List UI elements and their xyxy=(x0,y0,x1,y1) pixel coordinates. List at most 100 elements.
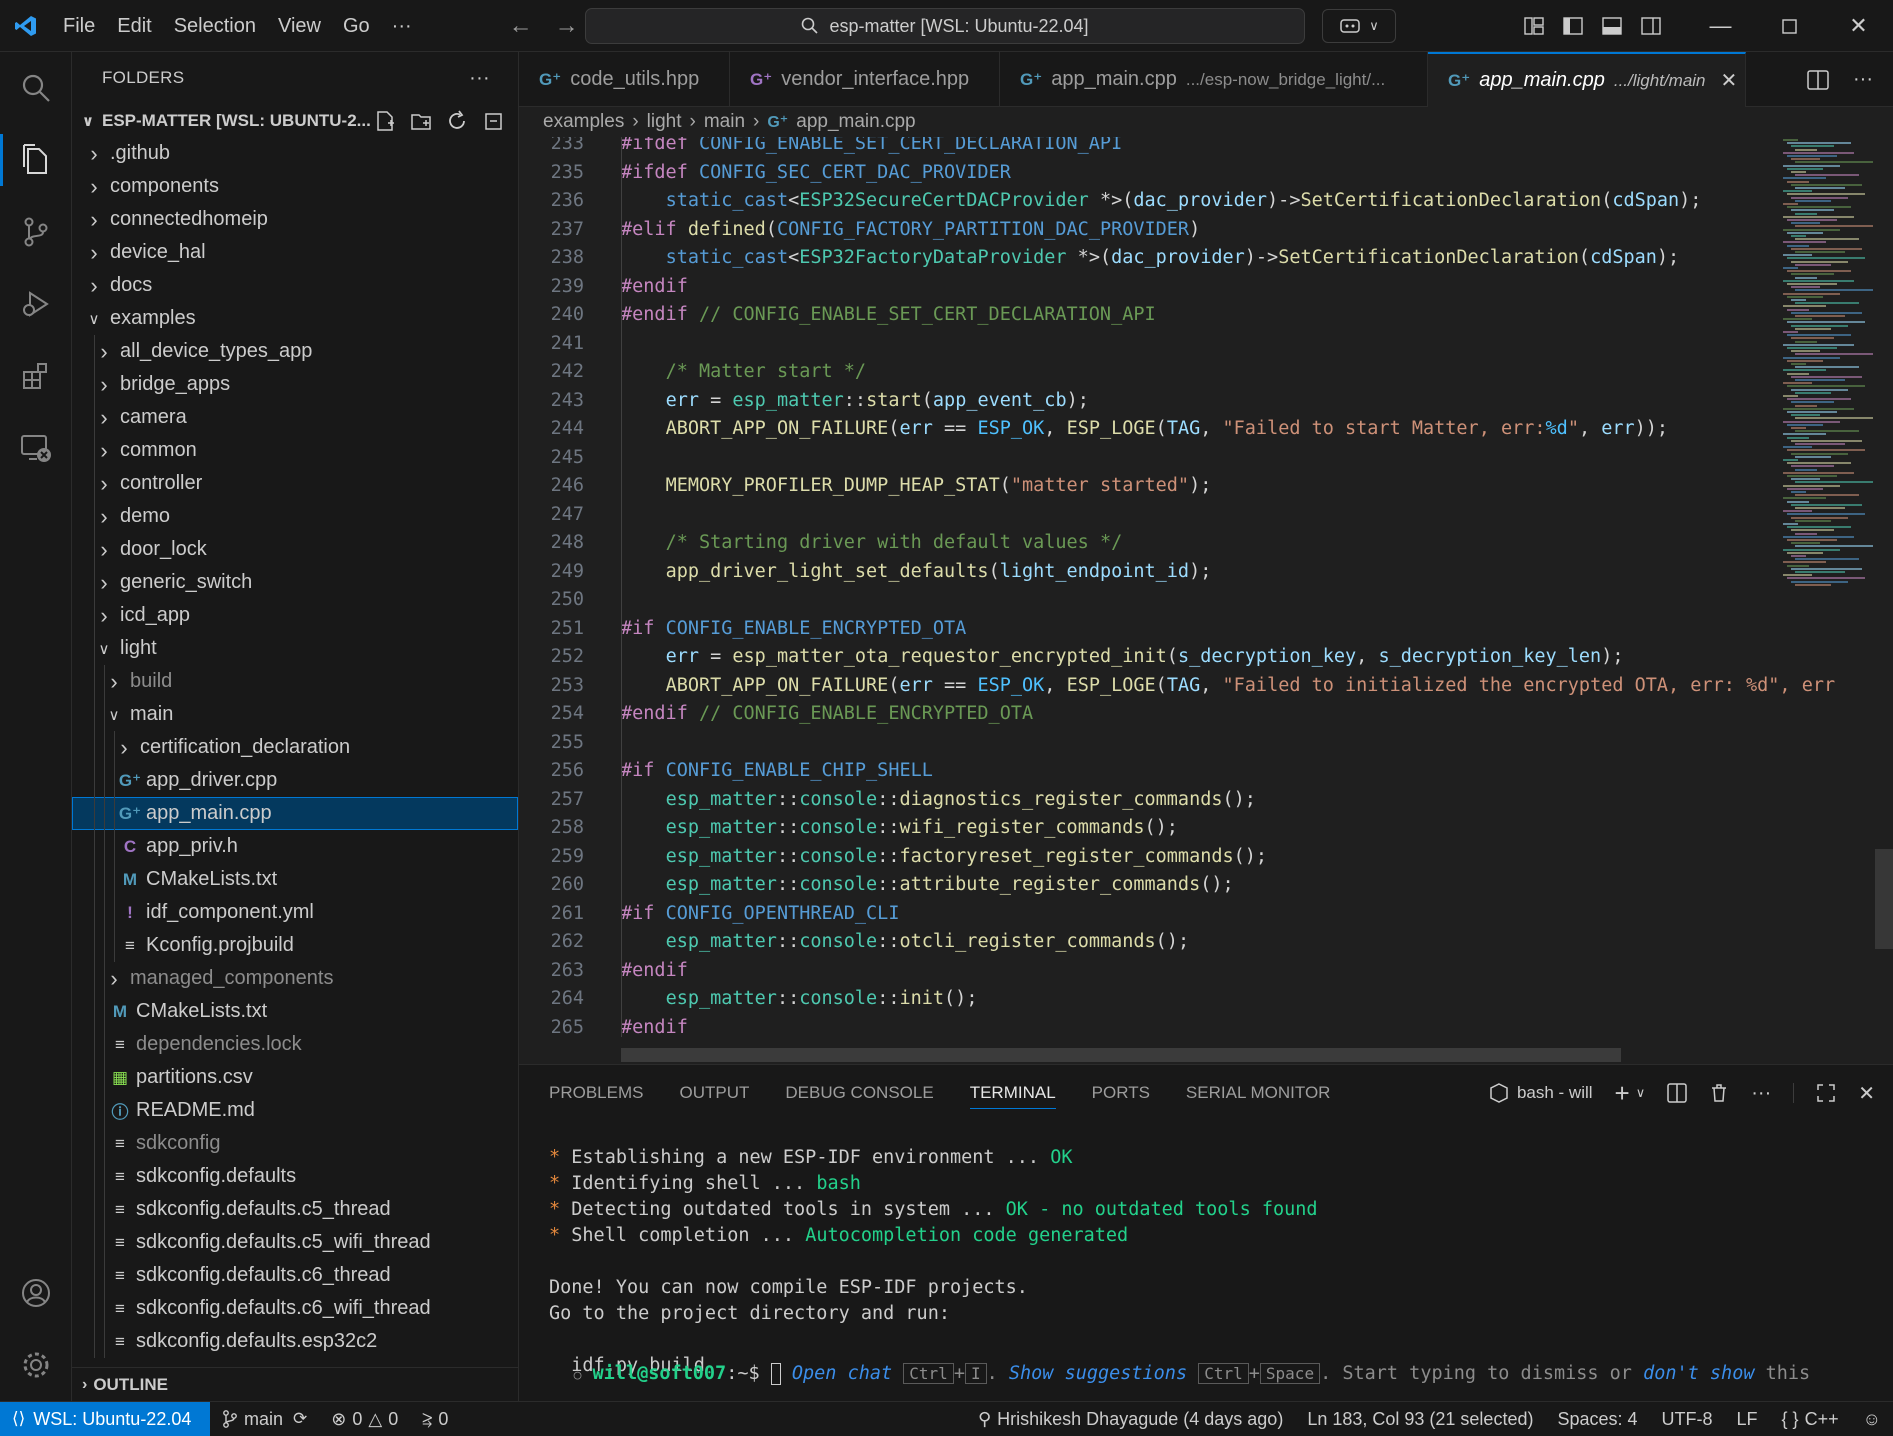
remote-explorer-icon[interactable] xyxy=(0,412,72,484)
chevron-down-icon[interactable]: ∨ xyxy=(1636,1085,1646,1101)
tree-folder[interactable]: ∨ examples xyxy=(72,302,518,335)
extensions-icon[interactable] xyxy=(0,340,72,412)
tree-folder[interactable]: ∨ light xyxy=(72,632,518,665)
tree-file[interactable]: ! idf_component.yml xyxy=(72,896,518,929)
new-terminal-icon[interactable]: + xyxy=(1615,1078,1630,1109)
tree-folder[interactable]: › controller xyxy=(72,467,518,500)
copilot-button[interactable]: ∨ xyxy=(1322,9,1396,43)
tree-file[interactable]: M CMakeLists.txt xyxy=(72,863,518,896)
tab-ports[interactable]: PORTS xyxy=(1092,1083,1150,1103)
tree-folder[interactable]: ∨ main xyxy=(72,698,518,731)
menu-file[interactable]: File xyxy=(52,0,106,52)
ports-indicator[interactable]: ⥸ 0 xyxy=(410,1402,460,1436)
tree-file[interactable]: ≡ sdkconfig.defaults xyxy=(72,1160,518,1193)
tree-file[interactable]: M CMakeLists.txt xyxy=(72,995,518,1028)
tree-file[interactable]: ≡ Kconfig.projbuild xyxy=(72,929,518,962)
tab-debug-console[interactable]: DEBUG CONSOLE xyxy=(785,1083,933,1103)
tree-folder[interactable]: › bridge_apps xyxy=(72,368,518,401)
breadcrumb-item[interactable]: main xyxy=(704,111,745,133)
tree-folder[interactable]: › common xyxy=(72,434,518,467)
tree-folder[interactable]: › demo xyxy=(72,500,518,533)
tree-file[interactable]: ⓘ README.md xyxy=(72,1094,518,1127)
dont-show-hint[interactable]: don't show xyxy=(1643,1363,1754,1384)
toggle-secondary-sidebar-icon[interactable] xyxy=(1631,0,1670,52)
tab-problems[interactable]: PROBLEMS xyxy=(549,1083,643,1103)
refresh-icon[interactable] xyxy=(446,109,468,132)
breadcrumb-item[interactable]: examples xyxy=(543,111,624,133)
code-editor[interactable]: 233 #ifdef CONFIG_ENABLE_SET_CERT_DECLARA… xyxy=(519,137,1893,1064)
menu-more[interactable]: ··· xyxy=(381,0,423,52)
git-blame[interactable]: ⚲ Hrishikesh Dhayagude (4 days ago) xyxy=(966,1402,1295,1436)
tree-folder[interactable]: › build xyxy=(72,665,518,698)
tree-folder[interactable]: › docs xyxy=(72,269,518,302)
tab-output[interactable]: OUTPUT xyxy=(679,1083,749,1103)
tree-folder[interactable]: › components xyxy=(72,170,518,203)
tab-app-main-esp-now[interactable]: G⁺ app_main.cpp .../esp-now_bridge_light… xyxy=(1000,52,1428,107)
menu-view[interactable]: View xyxy=(267,0,332,52)
tree-folder[interactable]: › connectedhomeip xyxy=(72,203,518,236)
show-suggestions-hint[interactable]: Show suggestions xyxy=(1009,1363,1187,1384)
remote-indicator[interactable]: ⟨⟩ WSL: Ubuntu-22.04 xyxy=(0,1401,210,1436)
trash-icon[interactable] xyxy=(1709,1083,1729,1103)
tree-file[interactable]: ≡ sdkconfig.defaults.c5_thread xyxy=(72,1193,518,1226)
split-terminal-icon[interactable] xyxy=(1667,1083,1687,1103)
maximize-panel-icon[interactable] xyxy=(1816,1083,1836,1103)
collapse-all-icon[interactable] xyxy=(482,110,504,132)
open-chat-hint[interactable]: Open chat xyxy=(792,1363,892,1384)
tree-file[interactable]: G⁺ app_main.cpp xyxy=(72,797,518,830)
tree-folder[interactable]: › managed_components xyxy=(72,962,518,995)
tree-file[interactable]: ≡ sdkconfig.defaults.c6_wifi_thread xyxy=(72,1292,518,1325)
tree-file[interactable]: ≡ dependencies.lock xyxy=(72,1028,518,1061)
menu-edit[interactable]: Edit xyxy=(106,0,162,52)
split-editor-icon[interactable] xyxy=(1807,69,1829,90)
tab-vendor-interface[interactable]: G⁺ vendor_interface.hpp xyxy=(730,52,1000,107)
tree-file[interactable]: ≡ sdkconfig.defaults.c5_wifi_thread xyxy=(72,1226,518,1259)
tree-file[interactable]: Capp_priv.h xyxy=(72,830,518,863)
tab-code-utils[interactable]: G⁺ code_utils.hpp xyxy=(519,52,730,107)
more-actions-icon[interactable]: ··· xyxy=(469,67,490,90)
breadcrumb-item[interactable]: app_main.cpp xyxy=(796,111,915,133)
source-control-icon[interactable] xyxy=(0,196,72,268)
notifications-icon[interactable]: ☺ xyxy=(1851,1402,1893,1436)
tree-file[interactable]: ▦ partitions.csv xyxy=(72,1061,518,1094)
minimize-button[interactable]: — xyxy=(1686,0,1755,52)
horizontal-scrollbar[interactable] xyxy=(621,1048,1621,1062)
menu-go[interactable]: Go xyxy=(332,0,381,52)
close-panel-icon[interactable]: ✕ xyxy=(1858,1081,1875,1106)
new-file-icon[interactable] xyxy=(374,110,396,132)
outline-section[interactable]: › OUTLINE xyxy=(72,1367,518,1401)
workspace-root[interactable]: ∨ ESP-MATTER [WSL: UBUNTU-2... xyxy=(72,104,518,137)
back-arrow-icon[interactable]: ← xyxy=(509,12,533,40)
toggle-primary-sidebar-icon[interactable] xyxy=(1553,0,1592,52)
run-debug-icon[interactable] xyxy=(0,268,72,340)
close-tab-icon[interactable]: ✕ xyxy=(1721,68,1738,93)
new-folder-icon[interactable] xyxy=(410,110,432,132)
tree-folder[interactable]: › .github xyxy=(72,137,518,170)
tab-terminal[interactable]: TERMINAL xyxy=(969,1083,1056,1109)
manage-gear-icon[interactable] xyxy=(0,1329,72,1401)
search-view-icon[interactable] xyxy=(0,52,72,124)
menu-selection[interactable]: Selection xyxy=(163,0,267,52)
encoding[interactable]: UTF-8 xyxy=(1650,1402,1725,1436)
vertical-scrollbar[interactable] xyxy=(1875,849,1893,949)
tree-file[interactable]: G⁺ app_driver.cpp xyxy=(72,764,518,797)
end-of-line[interactable]: LF xyxy=(1725,1402,1770,1436)
breadcrumb-item[interactable]: light xyxy=(647,111,682,133)
tree-file[interactable]: ≡ sdkconfig.defaults.c6_thread xyxy=(72,1259,518,1292)
sync-icon[interactable]: ⟳ xyxy=(293,1409,307,1429)
tree-folder[interactable]: › device_hal xyxy=(72,236,518,269)
toggle-panel-icon[interactable] xyxy=(1592,0,1631,52)
tab-serial-monitor[interactable]: SERIAL MONITOR xyxy=(1186,1083,1331,1103)
tree-file[interactable]: ≡ sdkconfig.defaults.esp32c2 xyxy=(72,1325,518,1358)
command-center-search[interactable]: esp-matter [WSL: Ubuntu-22.04] xyxy=(585,8,1305,44)
tree-file[interactable]: ≡ sdkconfig xyxy=(72,1127,518,1160)
language-mode[interactable]: { } C++ xyxy=(1770,1402,1851,1436)
forward-arrow-icon[interactable]: → xyxy=(555,12,579,40)
tree-folder[interactable]: › certification_declaration xyxy=(72,731,518,764)
close-window-button[interactable]: ✕ xyxy=(1824,0,1893,52)
customize-layout-icon[interactable] xyxy=(1514,0,1553,52)
indentation[interactable]: Spaces: 4 xyxy=(1545,1402,1649,1436)
accounts-icon[interactable] xyxy=(0,1257,72,1329)
git-branch[interactable]: main ⟳ xyxy=(210,1402,319,1436)
tab-app-main-light[interactable]: G⁺ app_main.cpp .../light/main ✕ xyxy=(1428,52,1746,107)
